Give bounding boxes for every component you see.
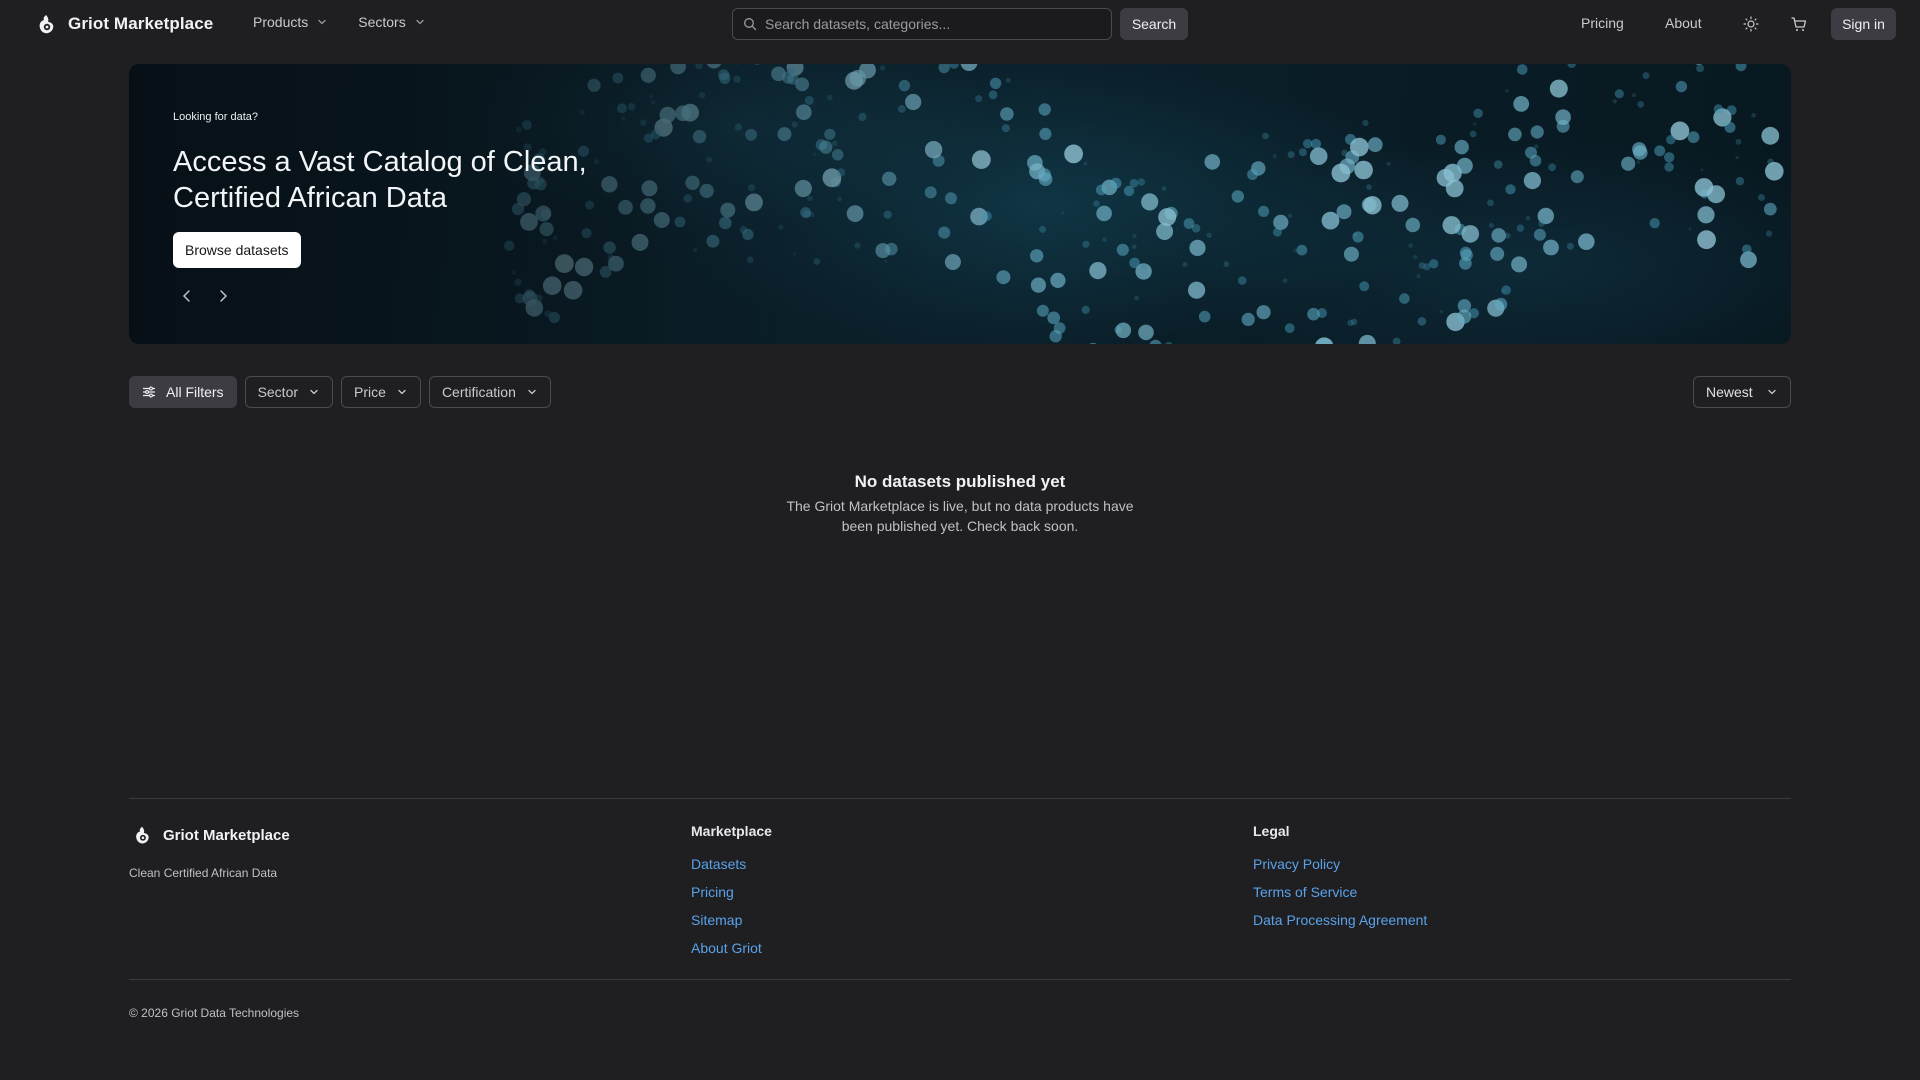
brand-name: Griot Marketplace [68, 14, 214, 33]
footer-link-datasets[interactable]: Datasets [691, 850, 772, 878]
sectors-menu[interactable]: Sectors [358, 14, 425, 30]
chevron-down-icon [528, 389, 536, 395]
about-link[interactable]: About [1665, 15, 1702, 31]
all-filters-button[interactable]: All Filters [129, 376, 237, 408]
search-button[interactable]: Search [1120, 8, 1188, 40]
brand-link[interactable]: Griot Marketplace [34, 12, 213, 36]
footer-legal-title: Legal [1253, 823, 1290, 839]
sort-select-value: Newest [1706, 384, 1753, 400]
footer-marketplace-column: Marketplace Datasets Pricing Sitemap Abo… [691, 823, 772, 962]
price-filter[interactable]: Price [341, 376, 421, 408]
search-box [732, 8, 1112, 40]
search-icon [744, 18, 757, 31]
all-filters-label: All Filters [166, 384, 224, 400]
sector-filter[interactable]: Sector [244, 376, 334, 408]
footer-marketplace-title: Marketplace [691, 823, 772, 839]
empty-state-title: No datasets published yet [854, 472, 1066, 491]
price-filter-label: Price [354, 384, 386, 400]
sector-filter-label: Sector [257, 384, 299, 400]
chevron-right-icon[interactable] [215, 288, 231, 304]
search-input[interactable] [765, 16, 1095, 32]
footer-link-data-processing-agreement[interactable]: Data Processing Agreement [1253, 906, 1427, 934]
footer-brand-name: Griot Marketplace [163, 826, 290, 844]
cart-icon[interactable] [1789, 14, 1809, 34]
footer-tagline: Clean Certified African Data [129, 866, 278, 880]
top-navbar: Griot Marketplace Products Sectors Searc… [0, 0, 1920, 48]
hero-banner: Looking for data? Access a Vast Catalog … [129, 64, 1791, 344]
footer-legal-column: Legal Privacy Policy Terms of Service Da… [1253, 823, 1427, 934]
products-menu-label: Products [253, 14, 309, 30]
footer-divider [129, 798, 1791, 799]
copyright-text: © 2026 Griot Data Technologies [129, 1006, 300, 1020]
chevron-down-icon [398, 389, 406, 395]
footer-link-sitemap[interactable]: Sitemap [691, 906, 772, 934]
footer-link-about-griot[interactable]: About Griot [691, 934, 772, 962]
chevron-down-icon [310, 389, 318, 395]
footer-brand[interactable]: Griot Marketplace [131, 824, 290, 846]
certification-filter[interactable]: Certification [428, 376, 551, 408]
main-menu: Products Sectors [253, 14, 426, 30]
chevron-down-icon [416, 19, 424, 25]
griot-logo-icon [39, 15, 54, 34]
chevron-down-icon [318, 19, 326, 25]
griot-logo-icon [136, 826, 149, 844]
empty-state: No datasets published yet The Griot Mark… [760, 472, 1160, 536]
chevron-down-icon [1768, 389, 1776, 395]
hero-title: Access a Vast Catalog of Clean, Certifie… [173, 146, 587, 214]
browse-datasets-button[interactable]: Browse datasets [173, 232, 301, 268]
sort-select[interactable]: Newest [1693, 376, 1791, 408]
footer-link-terms-of-service[interactable]: Terms of Service [1253, 878, 1427, 906]
footer-bottom-divider [129, 979, 1791, 980]
footer-link-pricing[interactable]: Pricing [691, 878, 772, 906]
products-menu[interactable]: Products [253, 14, 328, 30]
certification-filter-label: Certification [441, 384, 516, 400]
empty-state-description: The Griot Marketplace is live, but no da… [786, 498, 1134, 534]
theme-toggle-sun-icon[interactable] [1741, 14, 1761, 34]
sectors-menu-label: Sectors [358, 14, 406, 30]
sliders-icon [142, 386, 156, 398]
carousel-controls [179, 288, 231, 304]
filter-bar: All Filters Sector Price Certification [129, 376, 551, 408]
hero-eyebrow: Looking for data? [173, 111, 259, 123]
chevron-left-icon[interactable] [179, 288, 195, 304]
sign-in-button[interactable]: Sign in [1831, 8, 1896, 40]
footer-link-privacy-policy[interactable]: Privacy Policy [1253, 850, 1427, 878]
